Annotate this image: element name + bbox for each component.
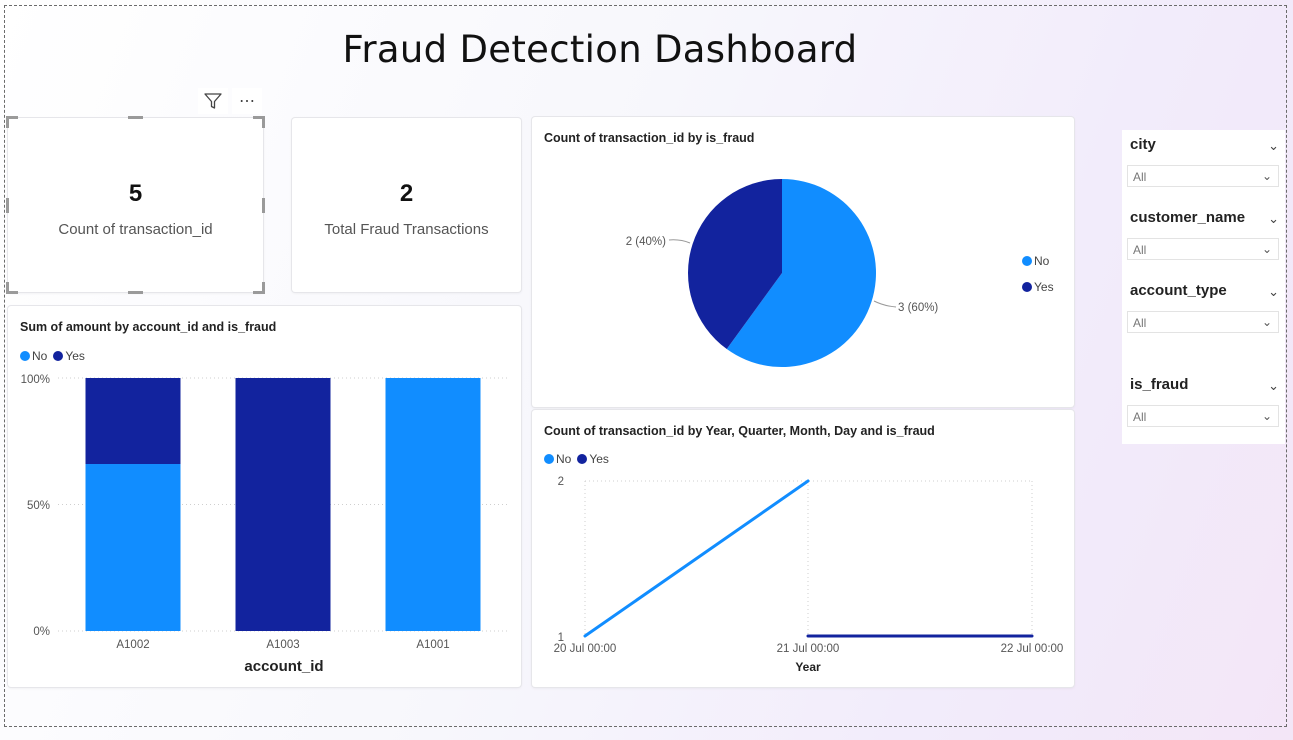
- kpi-value: 5: [128, 180, 143, 207]
- x-axis-title: account_id: [244, 658, 323, 675]
- chevron-down-icon[interactable]: ⌄: [1268, 284, 1279, 300]
- more-options-icon: ⋯: [239, 93, 255, 110]
- series-line-no: [583, 479, 810, 638]
- x-tick-label: 21 Jul 00:00: [777, 643, 840, 655]
- slicer-value: All: [1133, 170, 1147, 184]
- legend-item-yes[interactable]: Yes: [1022, 280, 1054, 294]
- slicer-title: city: [1130, 136, 1156, 153]
- legend-item-no[interactable]: No: [1022, 254, 1049, 268]
- slicer-panel: city ⌄ All ⌄ customer_name ⌄ All ⌄ accou…: [1122, 130, 1285, 444]
- kpi-card-fraud-transactions[interactable]: 2 Total Fraud Transactions: [292, 118, 521, 292]
- slicer-dropdown[interactable]: All ⌄: [1127, 238, 1279, 260]
- bar-chart-plot: 100% 50% 0% account_id A1002 A1003 A1001: [21, 374, 508, 675]
- chevron-down-icon: ⌄: [1261, 169, 1272, 183]
- data-label-yes: 2 (40%): [626, 236, 666, 248]
- leader-line: [873, 300, 897, 308]
- chart-legend: No Yes: [1022, 254, 1058, 294]
- slicer-title: account_type: [1130, 282, 1227, 299]
- pie-chart-card[interactable]: Count of transaction_id by is_fraud 2 (4…: [532, 117, 1074, 407]
- x-tick-label: 22 Jul 00:00: [1001, 643, 1064, 655]
- slicer-dropdown[interactable]: All ⌄: [1127, 405, 1279, 427]
- filter-button[interactable]: [198, 88, 228, 114]
- pie-chart-plot: 2 (40%) 3 (60%): [626, 179, 938, 368]
- kpi-label: Count of transaction_id: [58, 221, 213, 238]
- chevron-down-icon: ⌄: [1261, 409, 1272, 423]
- more-options-button[interactable]: ⋯: [232, 88, 262, 114]
- chevron-down-icon: ⌄: [1261, 242, 1272, 256]
- x-tick-label: A1002: [116, 639, 149, 651]
- bar-segment-yes: [235, 378, 331, 631]
- y-tick-label: 2: [558, 476, 564, 488]
- slicer-title: is_fraud: [1130, 376, 1189, 393]
- slicer-dropdown[interactable]: All ⌄: [1127, 165, 1279, 187]
- x-tick-label: 20 Jul 00:00: [554, 643, 617, 655]
- y-tick-label: 100%: [21, 374, 50, 386]
- slicer-title: customer_name: [1130, 209, 1246, 226]
- slicer-dropdown[interactable]: All ⌄: [1127, 311, 1279, 333]
- x-tick-label: A1003: [266, 639, 299, 651]
- chevron-down-icon: ⌄: [1261, 315, 1272, 329]
- line-chart-plot: 2 1 20 Jul 00:00 21 Jul 00:00 22 Jul 00:…: [554, 476, 1064, 674]
- y-tick-label: 50%: [27, 500, 50, 512]
- chevron-down-icon[interactable]: ⌄: [1268, 138, 1279, 154]
- kpi-card-transaction-count[interactable]: 5 Count of transaction_id: [8, 118, 263, 292]
- bar-segment-no: [85, 464, 181, 631]
- chevron-down-icon[interactable]: ⌄: [1268, 211, 1279, 227]
- chevron-down-icon[interactable]: ⌄: [1268, 378, 1279, 394]
- x-axis-title: Year: [795, 660, 821, 674]
- bar-segment-no: [385, 378, 481, 631]
- kpi-value: 2: [399, 180, 414, 207]
- filter-icon: [204, 93, 222, 109]
- bar-segment-yes: [85, 378, 181, 465]
- page-title: Fraud Detection Dashboard: [342, 28, 858, 71]
- x-tick-label: A1001: [416, 639, 449, 651]
- slicer-value: All: [1133, 410, 1147, 424]
- data-label-no: 3 (60%): [898, 302, 938, 314]
- bar-chart-card[interactable]: Sum of amount by account_id and is_fraud…: [8, 306, 521, 687]
- slicer-value: All: [1133, 316, 1147, 330]
- visual-header-toolbar: ⋯: [198, 88, 262, 114]
- line-chart-card[interactable]: Count of transaction_id by Year, Quarter…: [532, 410, 1074, 687]
- leader-line: [668, 239, 691, 244]
- slicer-value: All: [1133, 243, 1147, 257]
- kpi-label: Total Fraud Transactions: [324, 221, 489, 238]
- y-tick-label: 0%: [33, 626, 50, 638]
